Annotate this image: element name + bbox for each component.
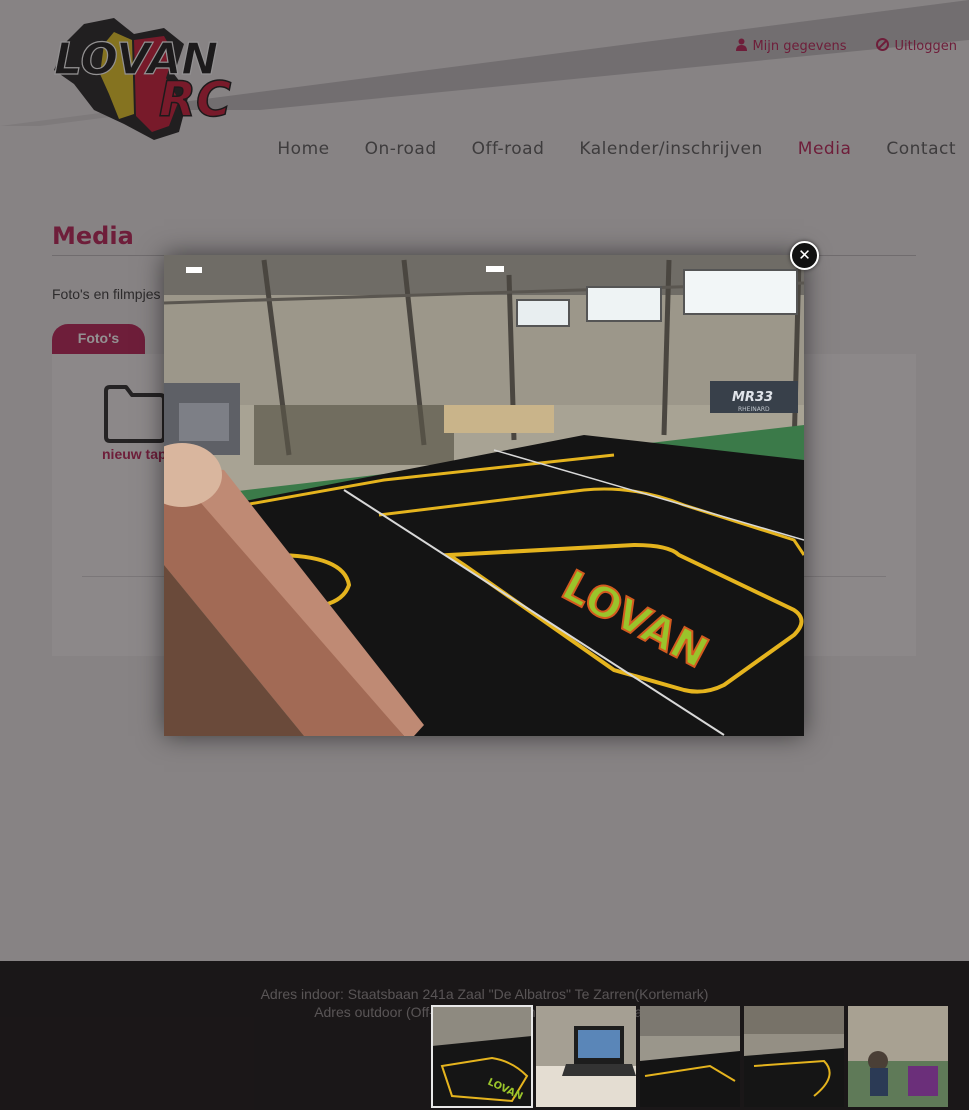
thumbnail-2-image — [536, 1006, 636, 1107]
thumbnail-5-image — [848, 1006, 948, 1107]
close-lightbox-button[interactable]: ✕ — [790, 241, 819, 270]
photo-banner-text: MR33 — [732, 390, 773, 405]
thumbnail-4-image — [744, 1006, 844, 1107]
thumbnail-strip: LOVAN — [431, 1005, 948, 1108]
thumbnail-3-image — [640, 1006, 740, 1107]
lightbox-image: MR33 RHEINARD LOVAN — [164, 255, 804, 736]
close-icon: ✕ — [798, 246, 811, 264]
thumbnail-3[interactable] — [640, 1006, 740, 1107]
track-photo: MR33 RHEINARD LOVAN — [164, 255, 804, 736]
thumbnail-2[interactable] — [536, 1006, 636, 1107]
thumbnail-1-image: LOVAN — [432, 1006, 532, 1107]
thumbnail-4[interactable] — [744, 1006, 844, 1107]
photo-banner-subtext: RHEINARD — [738, 406, 770, 413]
thumbnail-5[interactable] — [848, 1006, 948, 1107]
thumbnail-1[interactable]: LOVAN — [431, 1005, 533, 1108]
